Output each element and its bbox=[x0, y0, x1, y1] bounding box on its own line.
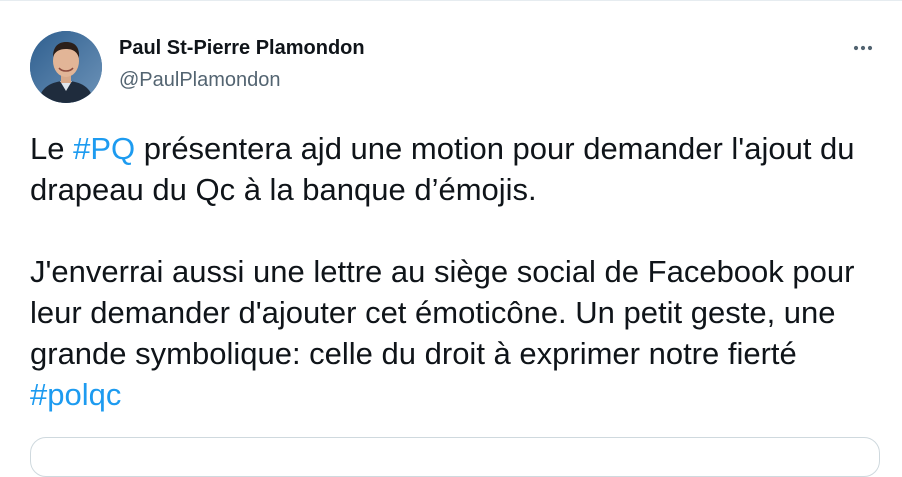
tweet-text: Le #PQ présentera ajd une motion pour de… bbox=[30, 128, 880, 415]
author-name[interactable]: Paul St-Pierre Plamondon bbox=[119, 37, 365, 60]
tweet-text-segment: Le bbox=[30, 131, 74, 166]
more-options-button[interactable] bbox=[846, 31, 880, 65]
tweet-text-segment: présentera ajd une motion pour demander … bbox=[30, 131, 855, 207]
tweet-paragraph-2: J'enverrai aussi une lettre au siège soc… bbox=[30, 251, 880, 415]
avatar-photo bbox=[30, 31, 102, 103]
author-handle[interactable]: @PaulPlamondon bbox=[119, 69, 281, 92]
avatar[interactable] bbox=[30, 31, 102, 103]
more-horizontal-icon bbox=[853, 45, 873, 51]
hashtag-link-polqc[interactable]: #polqc bbox=[30, 377, 121, 412]
tweet-text-segment: J'enverrai aussi une lettre au siège soc… bbox=[30, 254, 855, 371]
tweet-card: Paul St-Pierre Plamondon @PaulPlamondon … bbox=[0, 0, 902, 477]
embedded-card[interactable] bbox=[30, 437, 880, 477]
tweet-paragraph-1: Le #PQ présentera ajd une motion pour de… bbox=[30, 128, 880, 210]
hashtag-link-pq[interactable]: #PQ bbox=[73, 131, 135, 166]
